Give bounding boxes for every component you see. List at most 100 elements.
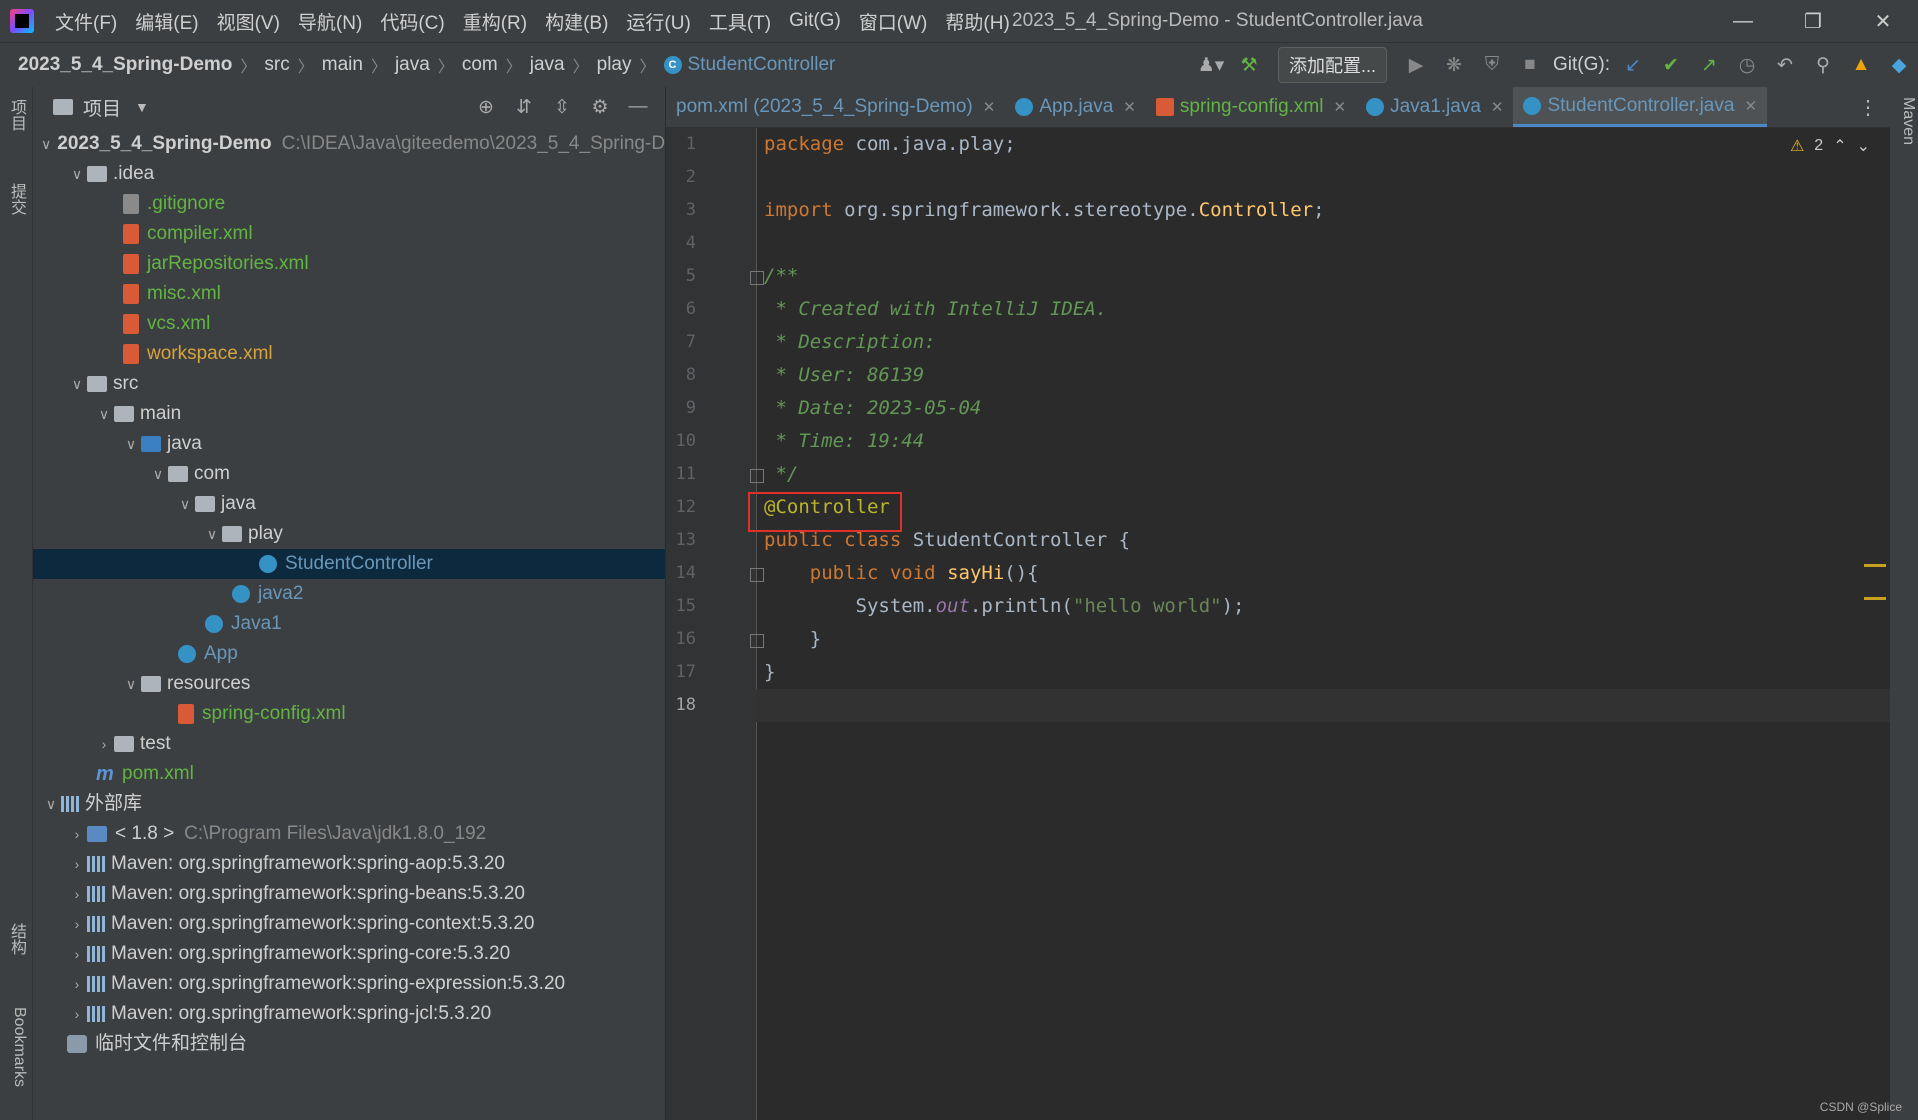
tree-item-maven-lib[interactable]: › Maven: org.springframework:spring-core… <box>33 939 665 969</box>
tree-item-com[interactable]: ∨ com <box>33 459 665 489</box>
chevron-down-icon[interactable]: ∨ <box>148 459 168 489</box>
expand-all-icon[interactable]: ⇵ <box>505 96 543 119</box>
git-push-icon[interactable]: ↗ <box>1690 54 1728 77</box>
menu-window[interactable]: 窗口(W) <box>850 8 937 35</box>
menu-file[interactable]: 文件(F) <box>46 8 126 35</box>
fold-icon[interactable] <box>750 469 764 483</box>
gear-icon[interactable]: ⚙ <box>581 96 619 119</box>
close-icon[interactable]: ✕ <box>1491 98 1504 116</box>
tree-item-app[interactable]: App <box>33 639 665 669</box>
chevron-right-icon[interactable]: › <box>67 999 87 1029</box>
chevron-down-icon[interactable]: ∨ <box>202 519 222 549</box>
chevron-down-icon[interactable]: ∨ <box>67 159 87 189</box>
structure-tool-tab[interactable]: 结构 <box>4 923 28 955</box>
collapse-all-icon[interactable]: ⇳ <box>543 96 581 119</box>
tree-item-gitignore[interactable]: .gitignore <box>33 189 665 219</box>
code-editor[interactable]: ⚠ 2 ⌃ ⌄ 1 2 3 4 5 6 7 8 9 10 11 12 13 14… <box>666 128 1890 1120</box>
tab-app-java[interactable]: App.java ✕ <box>1005 87 1146 127</box>
menu-help[interactable]: 帮助(H) <box>936 8 1018 35</box>
tree-item-misc-xml[interactable]: misc.xml <box>33 279 665 309</box>
menu-navigate[interactable]: 导航(N) <box>289 8 371 35</box>
chevron-down-icon[interactable]: ∨ <box>94 399 114 429</box>
close-window-button[interactable]: ✕ <box>1848 0 1918 42</box>
menu-refactor[interactable]: 重构(R) <box>454 8 536 35</box>
chevron-down-icon[interactable]: ∨ <box>121 669 141 699</box>
menu-build[interactable]: 构建(B) <box>536 8 617 35</box>
update-icon[interactable]: ▲ <box>1842 54 1880 76</box>
locate-file-icon[interactable]: ⊕ <box>467 96 505 119</box>
tree-item-project-root[interactable]: ∨ 2023_5_4_Spring-Demo C:\IDEA\Java\gite… <box>33 129 665 159</box>
tree-item-external-libraries[interactable]: ∨ 外部库 <box>33 789 665 819</box>
tree-item-maven-lib[interactable]: › Maven: org.springframework:spring-jcl:… <box>33 999 665 1029</box>
chevron-right-icon[interactable]: › <box>67 909 87 939</box>
chevron-down-icon[interactable]: ∨ <box>121 429 141 459</box>
warning-stripe-marker[interactable] <box>1864 564 1886 567</box>
chevron-right-icon[interactable]: › <box>67 819 87 849</box>
git-rollback-icon[interactable]: ↶ <box>1766 54 1804 77</box>
hide-panel-icon[interactable]: — <box>619 96 657 118</box>
chevron-down-icon[interactable]: ∨ <box>41 789 61 819</box>
tree-item-java-source-root[interactable]: ∨ java <box>33 429 665 459</box>
tree-item-src[interactable]: ∨ src <box>33 369 665 399</box>
tab-pom-xml[interactable]: pom.xml (2023_5_4_Spring-Demo) ✕ <box>666 87 1005 127</box>
tree-item-maven-lib[interactable]: › Maven: org.springframework:spring-expr… <box>33 969 665 999</box>
chevron-down-icon[interactable]: ∨ <box>175 489 195 519</box>
tab-java1-java[interactable]: Java1.java ✕ <box>1356 87 1513 127</box>
breadcrumb-project[interactable]: 2023_5_4_Spring-Demo <box>0 54 236 76</box>
chevron-right-icon[interactable]: › <box>67 969 87 999</box>
minimize-button[interactable]: — <box>1708 0 1778 42</box>
tree-item-student-controller[interactable]: StudentController <box>33 549 665 579</box>
breadcrumb-java[interactable]: java <box>391 54 434 76</box>
git-commit-icon[interactable]: ✔ <box>1652 54 1690 77</box>
close-icon[interactable]: ✕ <box>983 98 996 116</box>
warning-stripe-marker[interactable] <box>1864 597 1886 600</box>
breadcrumb-main[interactable]: main <box>318 54 367 76</box>
stop-icon[interactable]: ■ <box>1511 54 1549 76</box>
chevron-up-icon[interactable]: ⌃ <box>1833 136 1846 156</box>
chevron-down-icon[interactable]: ▼ <box>135 99 149 115</box>
tree-item-vcs-xml[interactable]: vcs.xml <box>33 309 665 339</box>
tab-student-controller-java[interactable]: StudentController.java ✕ <box>1513 87 1768 127</box>
tree-item-jdk[interactable]: › < 1.8 > C:\Program Files\Java\jdk1.8.0… <box>33 819 665 849</box>
menu-edit[interactable]: 编辑(E) <box>126 8 207 35</box>
more-tabs-icon[interactable]: ⋮ <box>1858 95 1878 120</box>
tree-item-workspace-xml[interactable]: workspace.xml <box>33 339 665 369</box>
breadcrumb-student-controller[interactable]: C StudentController <box>660 54 840 76</box>
tree-item-pom-xml[interactable]: m pom.xml <box>33 759 665 789</box>
chevron-down-icon[interactable]: ∨ <box>41 129 51 159</box>
restore-button[interactable]: ❐ <box>1778 0 1848 42</box>
chevron-right-icon[interactable]: › <box>94 729 114 759</box>
fold-icon[interactable] <box>750 568 764 582</box>
breadcrumb-com[interactable]: com <box>458 54 502 76</box>
add-configuration-button[interactable]: 添加配置... <box>1277 47 1387 83</box>
user-icon[interactable]: ♟▾ <box>1192 54 1230 77</box>
tree-item-java2[interactable]: java2 <box>33 579 665 609</box>
tree-item-compiler-xml[interactable]: compiler.xml <box>33 219 665 249</box>
menu-code[interactable]: 代码(C) <box>371 8 453 35</box>
tree-item-java-package[interactable]: ∨ java <box>33 489 665 519</box>
tree-item-java1[interactable]: Java1 <box>33 609 665 639</box>
tab-spring-config-xml[interactable]: spring-config.xml ✕ <box>1146 87 1356 127</box>
toolbox-icon[interactable]: ◆ <box>1880 54 1918 77</box>
project-tool-tab[interactable]: 项目 <box>4 99 28 131</box>
git-update-icon[interactable]: ↙ <box>1614 54 1652 77</box>
inspection-widget[interactable]: ⚠ 2 ⌃ ⌄ <box>1790 136 1870 156</box>
tree-item-idea[interactable]: ∨ .idea <box>33 159 665 189</box>
chevron-right-icon[interactable]: › <box>67 849 87 879</box>
project-panel-title[interactable]: 项目 <box>83 94 121 121</box>
close-icon[interactable]: ✕ <box>1744 97 1757 115</box>
maven-tool-tab[interactable]: Maven <box>1893 97 1917 145</box>
chevron-right-icon[interactable]: › <box>67 939 87 969</box>
close-icon[interactable]: ✕ <box>1123 98 1136 116</box>
git-history-icon[interactable]: ◷ <box>1728 54 1766 77</box>
breadcrumb-play[interactable]: play <box>593 54 636 76</box>
tree-item-test[interactable]: › test <box>33 729 665 759</box>
debug-icon[interactable]: ❋ <box>1435 54 1473 77</box>
menu-view[interactable]: 视图(V) <box>208 8 289 35</box>
chevron-right-icon[interactable]: › <box>67 879 87 909</box>
fold-icon[interactable] <box>750 634 764 648</box>
tree-item-resources[interactable]: ∨ resources <box>33 669 665 699</box>
breadcrumb-src[interactable]: src <box>260 54 293 76</box>
bookmarks-tool-tab[interactable]: Bookmarks <box>4 1007 28 1087</box>
close-icon[interactable]: ✕ <box>1333 98 1346 116</box>
